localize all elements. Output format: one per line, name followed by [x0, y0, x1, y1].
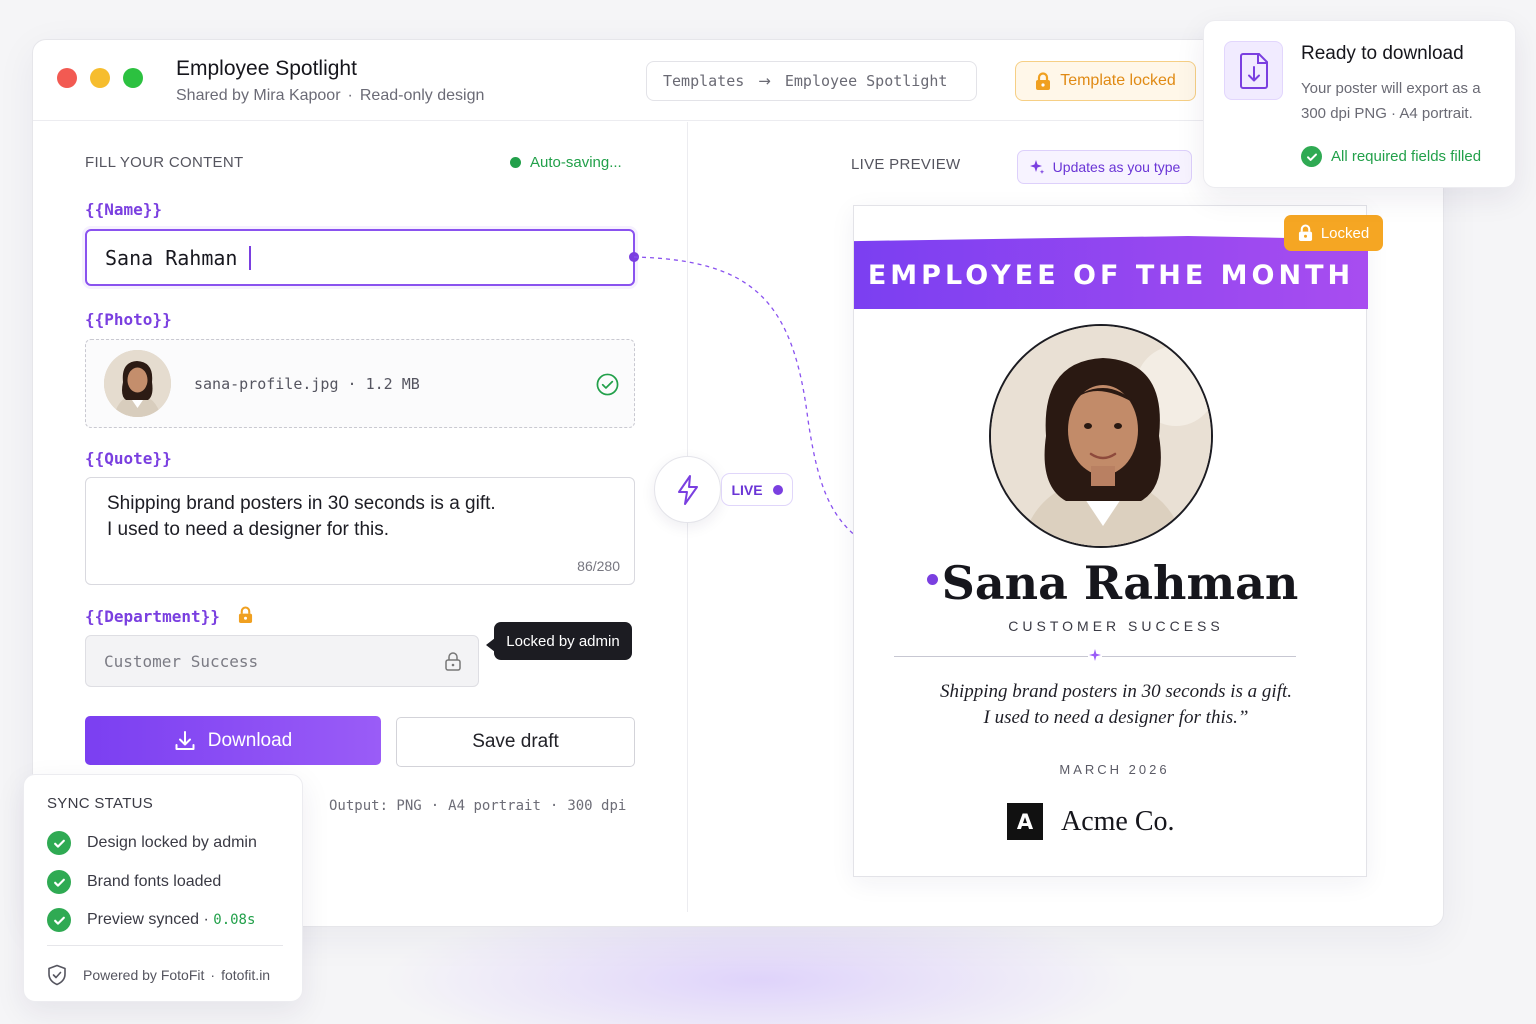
- updates-label: Updates as you type: [1052, 159, 1181, 175]
- check-circle-icon: [47, 908, 71, 932]
- poster-name: Sana Rahman: [941, 556, 1299, 610]
- poster-portrait: [989, 324, 1213, 548]
- live-label: LIVE: [731, 481, 763, 498]
- poster-preview: EMPLOYEE OF THE MONTH Locked Sana Rahman: [853, 205, 1383, 877]
- poster-brand: A Acme Co.: [1007, 803, 1175, 840]
- preview-synced-label: Preview synced: [87, 911, 200, 928]
- brand-logo: A: [1007, 803, 1043, 840]
- poster-locked-badge: Locked: [1284, 215, 1383, 251]
- sparkle-icon: [1029, 160, 1044, 174]
- required-fields-status: All required fields filled: [1301, 146, 1481, 167]
- check-circle-icon: [47, 831, 71, 855]
- sync-item-label: Brand fonts loaded: [87, 873, 222, 890]
- fotofit-link[interactable]: fotofit.in: [221, 967, 270, 983]
- updates-badge: Updates as you type: [1017, 150, 1192, 184]
- ready-description: Your poster will export as a 300 dpi PNG…: [1301, 80, 1481, 122]
- poster-locked-label: Locked: [1320, 224, 1370, 242]
- shield-icon: [48, 964, 66, 986]
- check-circle-icon: [47, 870, 71, 894]
- sync-time: 0.08s: [213, 912, 256, 928]
- poster-quote: Shipping brand posters in 30 seconds is …: [854, 679, 1368, 731]
- live-sync-indicator: [654, 456, 721, 523]
- live-dot: [772, 484, 783, 495]
- sync-item-label: Design locked by admin: [87, 834, 257, 851]
- sparkle-icon: [1088, 648, 1102, 662]
- sync-status-card: SYNC STATUS Design locked by admin Brand…: [23, 774, 303, 1002]
- poster-title: EMPLOYEE OF THE MONTH: [867, 260, 1355, 291]
- poster-department: CUSTOMER SUCCESS: [1008, 618, 1224, 634]
- live-badge: LIVE: [721, 473, 793, 506]
- check-circle-icon: [1301, 146, 1322, 167]
- sync-item-label: Preview synced · 0.08s: [87, 911, 256, 928]
- poster-date: MARCH 2026: [1059, 762, 1170, 777]
- powered-by-footer: Powered by FotoFit · fotofit.in: [47, 964, 270, 986]
- sync-item: Preview synced · 0.08s: [47, 908, 255, 932]
- sync-divider: [47, 945, 283, 946]
- sync-status-title: SYNC STATUS: [47, 795, 154, 812]
- brand-name: Acme Co.: [1061, 805, 1175, 837]
- lock-icon: [1298, 224, 1312, 241]
- ready-title: Ready to download: [1301, 43, 1464, 64]
- file-download-icon: [1224, 41, 1283, 100]
- sync-item: Brand fonts loaded: [47, 870, 221, 894]
- poster-quote-line-1: Shipping brand posters in 30 seconds is …: [939, 681, 1293, 702]
- bolt-icon: [677, 474, 698, 505]
- live-preview-heading: LIVE PREVIEW: [851, 156, 961, 173]
- sync-item: Design locked by admin: [47, 831, 257, 855]
- ready-to-download-card: Ready to download Your poster will expor…: [1203, 20, 1516, 188]
- poster-quote-line-2: I used to need a designer for this.”: [983, 707, 1249, 728]
- required-fields-label: All required fields filled: [1331, 148, 1482, 165]
- powered-by-label: Powered by FotoFit: [83, 967, 205, 983]
